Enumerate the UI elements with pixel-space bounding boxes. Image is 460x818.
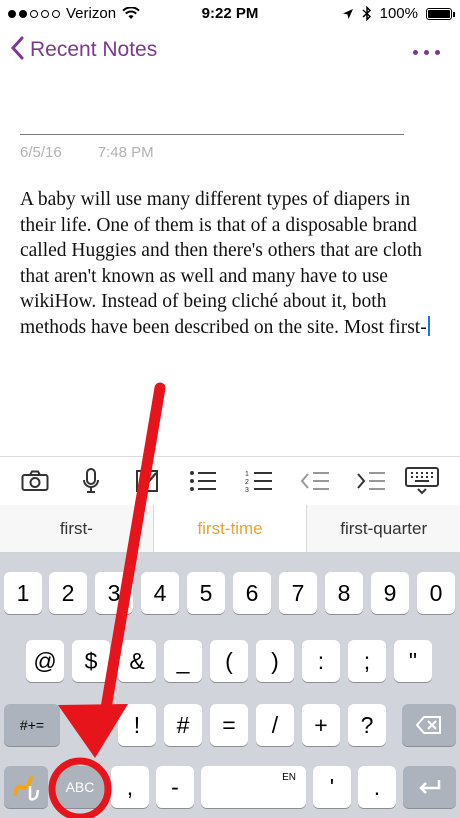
key-0[interactable]: 0 bbox=[417, 572, 455, 614]
status-right: 100% bbox=[342, 5, 455, 22]
key-close-paren[interactable]: ) bbox=[256, 640, 294, 682]
symbols-key[interactable]: #+= bbox=[4, 704, 60, 746]
bulleted-list-icon[interactable] bbox=[188, 467, 218, 495]
key-ampersand[interactable]: & bbox=[118, 640, 156, 682]
keyboard: 1 2 3 4 5 6 7 8 9 0 @ $ & _ ( ) : ; " #+… bbox=[0, 553, 460, 818]
outdent-icon[interactable] bbox=[300, 467, 330, 495]
key-at[interactable]: @ bbox=[26, 640, 64, 682]
key-2[interactable]: 2 bbox=[49, 572, 87, 614]
battery-icon bbox=[426, 7, 455, 20]
suggestion-2[interactable]: first-time bbox=[152, 505, 308, 552]
microphone-icon[interactable] bbox=[76, 467, 106, 495]
return-icon bbox=[418, 780, 440, 794]
formatting-toolbar: 123 bbox=[0, 456, 460, 506]
key-6[interactable]: 6 bbox=[233, 572, 271, 614]
key-question[interactable]: ? bbox=[348, 704, 386, 746]
swype-logo-icon bbox=[13, 776, 40, 801]
title-divider bbox=[20, 134, 404, 135]
key-hash[interactable]: # bbox=[164, 704, 202, 746]
key-4[interactable]: 4 bbox=[141, 572, 179, 614]
more-icon[interactable] bbox=[413, 50, 440, 55]
svg-text:1: 1 bbox=[245, 471, 249, 478]
key-dollar[interactable]: $ bbox=[72, 640, 110, 682]
chevron-left-icon bbox=[10, 36, 24, 64]
key-colon[interactable]: : bbox=[302, 640, 340, 682]
key-quote[interactable]: " bbox=[394, 640, 432, 682]
note-body[interactable]: A baby will use many different types of … bbox=[20, 187, 432, 340]
back-button[interactable]: Recent Notes bbox=[10, 36, 157, 64]
checkbox-icon[interactable] bbox=[132, 467, 162, 495]
key-1[interactable]: 1 bbox=[4, 572, 42, 614]
camera-icon[interactable] bbox=[20, 467, 50, 495]
key-3[interactable]: 3 bbox=[95, 572, 133, 614]
key-comma[interactable]: , bbox=[111, 766, 149, 808]
svg-text:3: 3 bbox=[245, 487, 249, 493]
abc-key[interactable]: ABC bbox=[55, 766, 105, 808]
key-9[interactable]: 9 bbox=[371, 572, 409, 614]
keyboard-hide-icon[interactable] bbox=[404, 467, 440, 495]
key-semicolon[interactable]: ; bbox=[348, 640, 386, 682]
note-time: 7:48 PM bbox=[97, 144, 154, 161]
numbered-list-icon[interactable]: 123 bbox=[244, 467, 274, 495]
indent-icon[interactable] bbox=[356, 467, 386, 495]
note-date: 6/5/16 bbox=[20, 144, 62, 161]
key-exclamation[interactable]: ! bbox=[118, 704, 156, 746]
key-7[interactable]: 7 bbox=[279, 572, 317, 614]
bluetooth-icon bbox=[362, 6, 371, 21]
note-body-text: A baby will use many different types of … bbox=[20, 189, 427, 338]
backspace-key[interactable] bbox=[402, 704, 456, 746]
status-bar: Verizon 9:22 PM 100% bbox=[0, 0, 460, 28]
svg-text:2: 2 bbox=[245, 479, 249, 486]
note-timestamp: 6/5/16 7:48 PM bbox=[20, 144, 154, 161]
return-key[interactable] bbox=[403, 766, 456, 808]
key-5[interactable]: 5 bbox=[187, 572, 225, 614]
key-slash[interactable]: / bbox=[256, 704, 294, 746]
suggestion-1[interactable]: first- bbox=[0, 505, 153, 552]
navigation-bar: Recent Notes bbox=[0, 36, 460, 72]
suggestion-3[interactable]: first-quarter bbox=[307, 505, 460, 552]
key-dash[interactable]: - bbox=[156, 766, 194, 808]
key-apostrophe[interactable]: ' bbox=[313, 766, 351, 808]
key-8[interactable]: 8 bbox=[325, 572, 363, 614]
location-arrow-icon bbox=[342, 8, 353, 19]
predictive-text-bar: first- first-time first-quarter bbox=[0, 505, 460, 553]
backspace-icon bbox=[416, 716, 441, 734]
key-period[interactable]: . bbox=[358, 766, 396, 808]
key-plus[interactable]: + bbox=[302, 704, 340, 746]
swype-key[interactable] bbox=[4, 766, 48, 808]
key-equals[interactable]: = bbox=[210, 704, 248, 746]
key-open-paren[interactable]: ( bbox=[210, 640, 248, 682]
back-label: Recent Notes bbox=[30, 38, 158, 61]
battery-percent: 100% bbox=[379, 5, 418, 22]
key-underscore[interactable]: _ bbox=[164, 640, 202, 682]
text-cursor bbox=[427, 315, 430, 336]
space-key[interactable]: EN bbox=[201, 766, 306, 808]
space-language-label: EN bbox=[282, 772, 296, 783]
